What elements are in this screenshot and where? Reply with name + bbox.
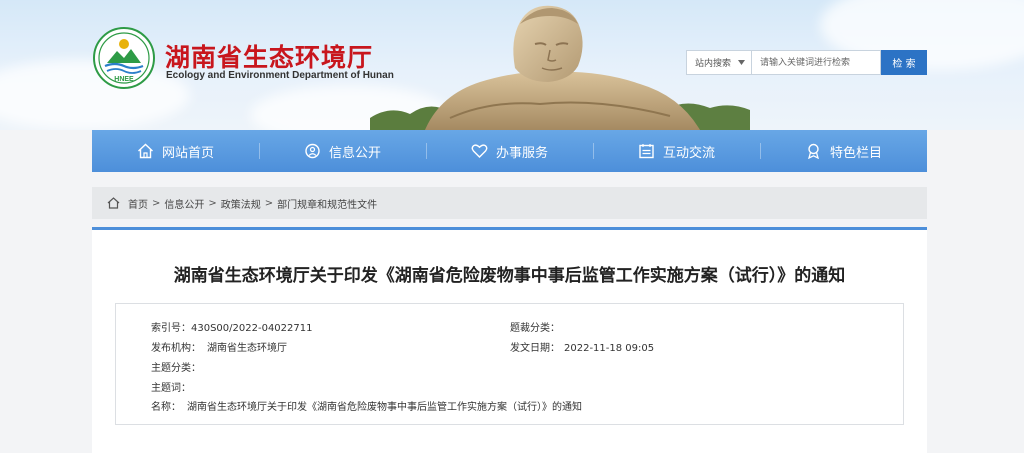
site-logo[interactable]: HNEE: [93, 27, 155, 89]
meta-publisher: 发布机构： 湖南省生态环境厅: [151, 339, 287, 354]
nav-item-info[interactable]: 信息公开: [259, 130, 426, 172]
meta-label: 名称：: [151, 402, 181, 413]
nav-label: 特色栏目: [829, 145, 882, 161]
meta-label: 题裁分类：: [510, 323, 560, 334]
meta-topic: 主题分类：: [151, 359, 201, 374]
breadcrumb-separator: >: [208, 197, 217, 209]
article-container: 湖南省生态环境厅关于印发《湖南省危险废物事中事后监管工作实施方案（试行）》的通知…: [92, 227, 927, 453]
breadcrumb-link[interactable]: 部门规章和规范性文件: [277, 196, 377, 211]
site-subtitle: Ecology and Environment Department of Hu…: [166, 70, 394, 81]
breadcrumb-separator: >: [264, 197, 274, 209]
meta-date: 发文日期： 2022-11-18 09:05: [510, 339, 654, 354]
nav-label: 互动交流: [662, 145, 715, 161]
meta-label: 主题分类：: [151, 363, 201, 374]
calendar-icon: [639, 144, 654, 159]
site-header: HNEE 湖南省生态环境厅 Ecology and Environment De…: [0, 0, 1024, 130]
svg-text:HNEE: HNEE: [114, 76, 134, 83]
site-title: 湖南省生态环境厅: [165, 43, 374, 72]
meta-label: 发文日期：: [510, 343, 560, 354]
breadcrumb-link[interactable]: 首页: [128, 196, 148, 211]
nav-item-interaction[interactable]: 互动交流: [593, 130, 760, 172]
search-scope-select[interactable]: 站内搜索: [686, 50, 752, 75]
search-button[interactable]: 检 索: [881, 50, 927, 75]
search-input[interactable]: [752, 50, 881, 75]
breadcrumb-link[interactable]: 信息公开: [164, 196, 204, 211]
chevron-down-icon: [738, 60, 745, 65]
meta-label: 发布机构：: [151, 343, 201, 354]
nav-item-features[interactable]: 特色栏目: [760, 130, 927, 172]
heart-icon: [471, 144, 488, 158]
article-title: 湖南省生态环境厅关于印发《湖南省危险废物事中事后监管工作实施方案（试行）》的通知: [173, 266, 846, 286]
search-bar: 站内搜索 检 索: [686, 50, 927, 75]
main-nav: 网站首页 信息公开 办事服务 互动交流 特色栏目: [92, 130, 927, 172]
meta-value: 湖南省生态环境厅: [207, 343, 287, 354]
info-icon: [305, 143, 320, 159]
breadcrumb-link[interactable]: 政策法规: [221, 196, 261, 211]
meta-value: 430S00/2022-04022711: [191, 323, 313, 334]
meta-label: 主题词：: [151, 383, 191, 394]
breadcrumb-separator: >: [152, 197, 161, 209]
nav-item-services[interactable]: 办事服务: [426, 130, 593, 172]
nav-label: 网站首页: [161, 145, 214, 161]
meta-value: 湖南省生态环境厅关于印发《湖南省危险废物事中事后监管工作实施方案（试行）》的通知: [187, 402, 582, 413]
meta-value: 2022-11-18 09:05: [564, 343, 655, 354]
meta-keywords: 主题词：: [151, 379, 191, 394]
meta-category: 题裁分类：: [510, 319, 560, 334]
meta-label: 索引号：: [151, 323, 191, 334]
home-icon: [138, 143, 153, 159]
search-scope-label: 站内搜索: [695, 59, 732, 69]
nav-item-home[interactable]: 网站首页: [92, 130, 259, 172]
article-meta-box: 索引号：430S00/2022-04022711 题裁分类： 发布机构： 湖南省生…: [115, 303, 904, 425]
meta-index: 索引号：430S00/2022-04022711: [151, 319, 312, 334]
breadcrumb: 首页 > 信息公开 > 政策法规 > 部门规章和规范性文件: [92, 187, 927, 219]
home-icon: [107, 197, 120, 209]
nav-label: 办事服务: [495, 145, 548, 161]
nav-label: 信息公开: [328, 145, 381, 161]
meta-name: 名称： 湖南省生态环境厅关于印发《湖南省危险废物事中事后监管工作实施方案（试行）》…: [151, 398, 582, 413]
badge-icon: [808, 143, 819, 159]
